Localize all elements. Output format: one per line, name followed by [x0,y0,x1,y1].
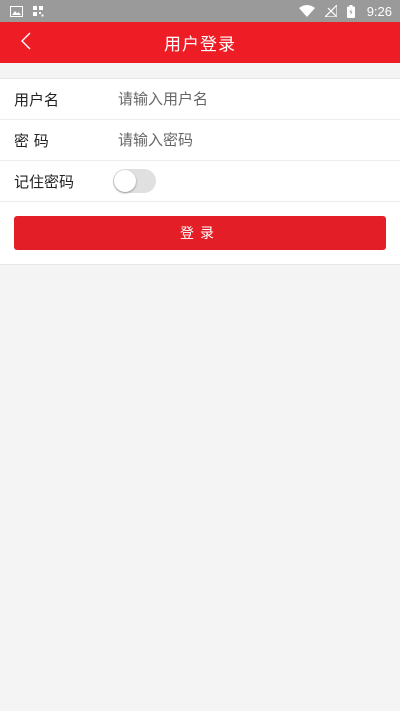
username-row: 用户名 [0,79,400,120]
login-button-area: 登录 [0,202,400,264]
status-bar: 9:26 [0,0,400,22]
password-input[interactable] [118,120,400,160]
login-button[interactable]: 登录 [14,216,386,250]
status-bar-left [10,5,44,17]
toggle-knob [114,170,136,192]
image-icon [10,5,23,17]
password-row: 密 码 [0,120,400,161]
remember-password-label: 记住密码 [14,172,75,191]
password-label: 密 码 [14,131,49,150]
status-bar-right: 9:26 [298,3,392,19]
back-button[interactable] [8,22,44,63]
username-label: 用户名 [14,90,60,109]
status-time: 9:26 [366,3,392,19]
username-input[interactable] [118,79,400,119]
page-title: 用户登录 [164,35,236,55]
wifi-icon [298,5,315,17]
chevron-left-icon [21,32,31,54]
qr-grid-icon [33,5,44,17]
remember-password-row: 记住密码 [0,161,400,202]
app-bar: 用户登录 [0,22,400,63]
battery-charging-icon [346,4,355,18]
no-signal-icon [324,5,337,17]
remember-password-toggle[interactable] [113,169,156,193]
login-form: 用户名 密 码 记住密码 登录 [0,78,400,265]
